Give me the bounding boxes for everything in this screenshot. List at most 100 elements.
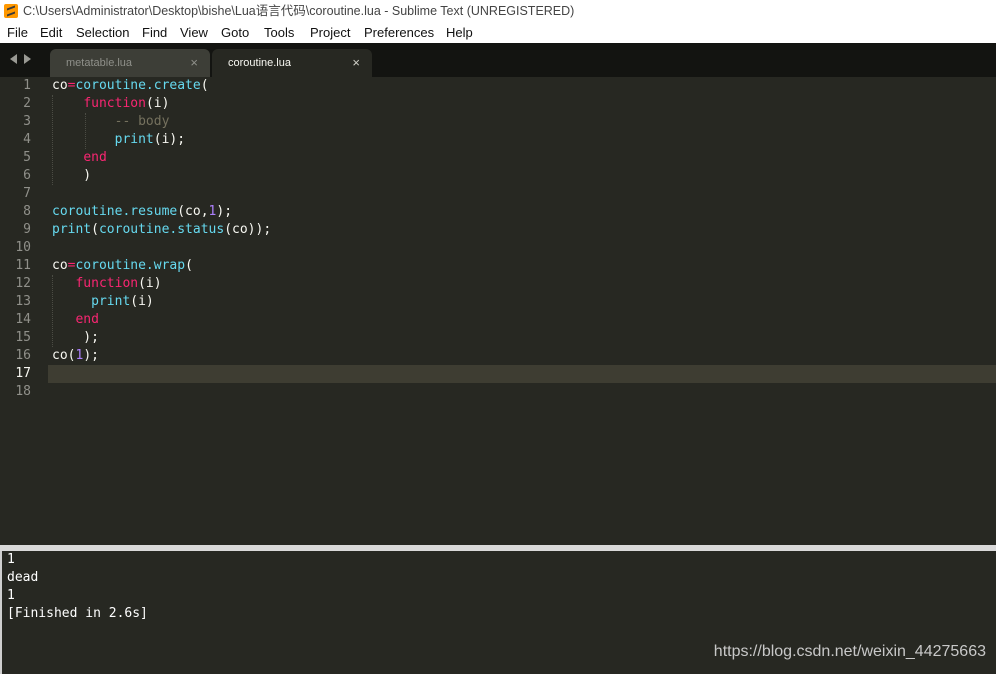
arrow-left-icon[interactable] xyxy=(10,54,17,64)
code-token: (i) xyxy=(130,294,154,309)
menu-edit[interactable]: Edit xyxy=(40,22,62,43)
menu-help[interactable]: Help xyxy=(446,22,473,43)
code-line[interactable]: print(i) xyxy=(52,293,154,311)
menu-bar: File Edit Selection Find View Goto Tools… xyxy=(0,22,996,43)
code-token: ); xyxy=(83,348,99,363)
current-line-highlight xyxy=(48,365,996,383)
code-token: (i) xyxy=(145,96,170,111)
menu-preferences[interactable]: Preferences xyxy=(364,22,434,43)
line-number: 1 xyxy=(23,78,31,93)
close-icon[interactable]: × xyxy=(190,49,198,77)
code-token: function xyxy=(83,96,146,111)
sublime-text-icon xyxy=(4,4,18,18)
indent-guide xyxy=(85,113,86,149)
code-token: print xyxy=(52,222,92,237)
code-token: (co, xyxy=(177,204,209,219)
tab-metatable-lua[interactable]: metatable.lua × xyxy=(50,49,210,77)
tab-label: metatable.lua xyxy=(66,57,133,69)
menu-file[interactable]: File xyxy=(7,22,28,43)
line-number: 10 xyxy=(15,240,31,255)
code-editor[interactable]: 1 2 3 4 5 6 7 8 9 10 11 12 13 14 15 16 17 18 co=coroutine… xyxy=(0,77,996,545)
code-token: function xyxy=(75,276,139,291)
code-token: co xyxy=(52,258,68,273)
code-token: coroutine.status xyxy=(98,222,225,237)
line-number: 6 xyxy=(23,168,31,183)
code-line[interactable]: end xyxy=(52,311,99,329)
code-line[interactable]: ); xyxy=(52,329,99,347)
code-line[interactable]: -- body xyxy=(52,113,170,131)
line-number: 14 xyxy=(15,312,31,327)
code-token: coroutine.wrap xyxy=(75,258,186,273)
output-line: dead xyxy=(7,570,39,585)
code-line[interactable]: co(1); xyxy=(52,347,99,365)
code-token: end xyxy=(83,150,107,165)
code-token: ); xyxy=(52,330,99,345)
code-token: ) xyxy=(52,168,92,183)
code-token: (co)); xyxy=(224,222,272,237)
code-line[interactable]: co=coroutine.wrap( xyxy=(52,257,193,275)
line-number: 16 xyxy=(15,348,31,363)
line-number: 17 xyxy=(15,366,31,381)
line-number: 18 xyxy=(15,384,31,399)
output-line: [Finished in 2.6s] xyxy=(7,606,148,621)
menu-tools[interactable]: Tools xyxy=(264,22,294,43)
code-line[interactable]: function(i) xyxy=(52,275,162,293)
tab-bar: metatable.lua × coroutine.lua × xyxy=(0,43,996,77)
code-token: co xyxy=(52,78,68,93)
close-icon[interactable]: × xyxy=(352,49,360,77)
code-token: (i); xyxy=(153,132,186,147)
menu-find[interactable]: Find xyxy=(142,22,167,43)
code-token: coroutine.create xyxy=(75,78,201,93)
code-line[interactable]: print(i); xyxy=(52,131,185,149)
code-token: end xyxy=(75,312,99,327)
line-number: 4 xyxy=(23,132,31,147)
line-number: 13 xyxy=(15,294,31,309)
menu-project[interactable]: Project xyxy=(310,22,350,43)
code-line[interactable]: function(i) xyxy=(52,95,169,113)
line-number: 7 xyxy=(23,186,31,201)
tab-label: coroutine.lua xyxy=(228,57,291,69)
menu-goto[interactable]: Goto xyxy=(221,22,249,43)
line-number: 15 xyxy=(15,330,31,345)
code-line[interactable]: print(coroutine.status(co)); xyxy=(52,221,271,239)
indent-guide xyxy=(52,275,53,347)
watermark: https://blog.csdn.net/weixin_44275663 xyxy=(713,643,986,660)
code-token: ( xyxy=(91,222,99,237)
code-token: (i) xyxy=(138,276,162,291)
arrow-right-icon[interactable] xyxy=(24,54,31,64)
code-token: -- body xyxy=(114,114,170,129)
code-token: coroutine.resume xyxy=(52,204,178,219)
line-number: 3 xyxy=(23,114,31,129)
code-line[interactable]: ) xyxy=(52,167,91,185)
menu-selection[interactable]: Selection xyxy=(76,22,129,43)
indent-guide xyxy=(52,95,53,185)
line-number: 9 xyxy=(23,222,31,237)
title-bar: C:\Users\Administrator\Desktop\bishe\Lua… xyxy=(0,0,996,22)
tab-navigation xyxy=(10,53,34,65)
code-token: print xyxy=(114,132,154,147)
code-token: ); xyxy=(216,204,233,219)
code-token: print xyxy=(91,294,131,309)
output-line: 1 xyxy=(7,588,15,603)
window-title: C:\Users\Administrator\Desktop\bishe\Lua… xyxy=(23,4,575,18)
line-number: 8 xyxy=(23,204,31,219)
code-line[interactable]: end xyxy=(52,149,107,167)
output-line: 1 xyxy=(7,552,15,567)
menu-view[interactable]: View xyxy=(180,22,208,43)
tab-coroutine-lua[interactable]: coroutine.lua × xyxy=(212,49,372,77)
line-number: 2 xyxy=(23,96,31,111)
line-number: 5 xyxy=(23,150,31,165)
code-line[interactable]: co=coroutine.create( xyxy=(52,77,209,95)
code-token: co( xyxy=(52,348,76,363)
code-line[interactable]: coroutine.resume(co,1); xyxy=(52,203,232,221)
code-token: ( xyxy=(185,258,193,273)
line-number: 11 xyxy=(15,258,31,273)
code-token: ( xyxy=(200,78,209,93)
